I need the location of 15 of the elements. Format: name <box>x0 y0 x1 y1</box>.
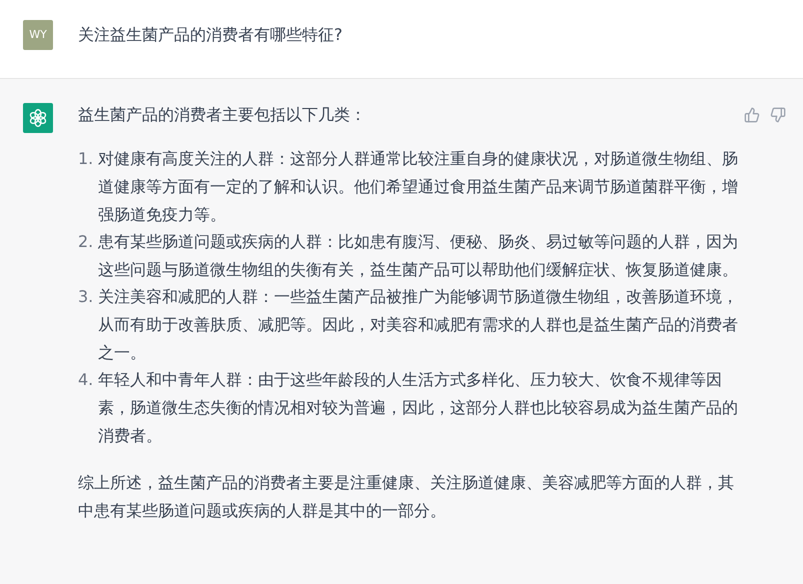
list-item-text: 关注美容和减肥的人群：一些益生菌产品被推广为能够调节肠道微生物组，改善肠道环境，从而有助于改善肤质、减肥等。因此，对美容和减肥有需求的人群也是益生菌产品的消费者之一。 <box>98 286 739 364</box>
list-number: 2. <box>78 231 94 253</box>
answer-summary: 综上所述，益生菌产品的消费者主要是注重健康、关注肠道健康、美容减肥等方面的人群，其中患有某些肠道问题或疾病的人群是其中的一部分。 <box>78 472 735 522</box>
answer-intro: 益生菌产品的消费者主要包括以下几类： <box>78 104 367 126</box>
list-item-text: 对健康有高度关注的人群：这部分人群通常比较注重自身的健康状况，对肠道微生物组、肠道健康等方面有一定的了解和认识。他们希望通过食用益生菌产品来调节肠道菌群平衡，增强肠道免疫力等。 <box>98 148 739 226</box>
knot-logo-icon <box>28 108 48 128</box>
list-number: 1. <box>78 148 94 170</box>
user-avatar: WY <box>23 20 53 50</box>
list-item-text: 患有某些肠道问题或疾病的人群：比如患有腹泻、便秘、肠炎、易过敏等问题的人群，因为这些问题与肠道微生物组的失衡有关，益生菌产品可以帮助他们缓解症状、恢复肠道健康。 <box>98 231 739 281</box>
thumbs-down-icon[interactable] <box>770 107 786 123</box>
list-item-text: 年轻人和中青年人群：由于这些年龄段的人生活方式多样化、压力较大、饮食不规律等因素，肠道微生态失衡的情况相对较为普遍，因此，这部分人群也比较容易成为益生菌产品的消费者。 <box>98 369 739 447</box>
list-number: 4. <box>78 369 94 391</box>
thumbs-up-icon[interactable] <box>744 107 760 123</box>
list-number: 3. <box>78 286 94 308</box>
user-message: 关注益生菌产品的消费者有哪些特征? <box>78 24 342 46</box>
